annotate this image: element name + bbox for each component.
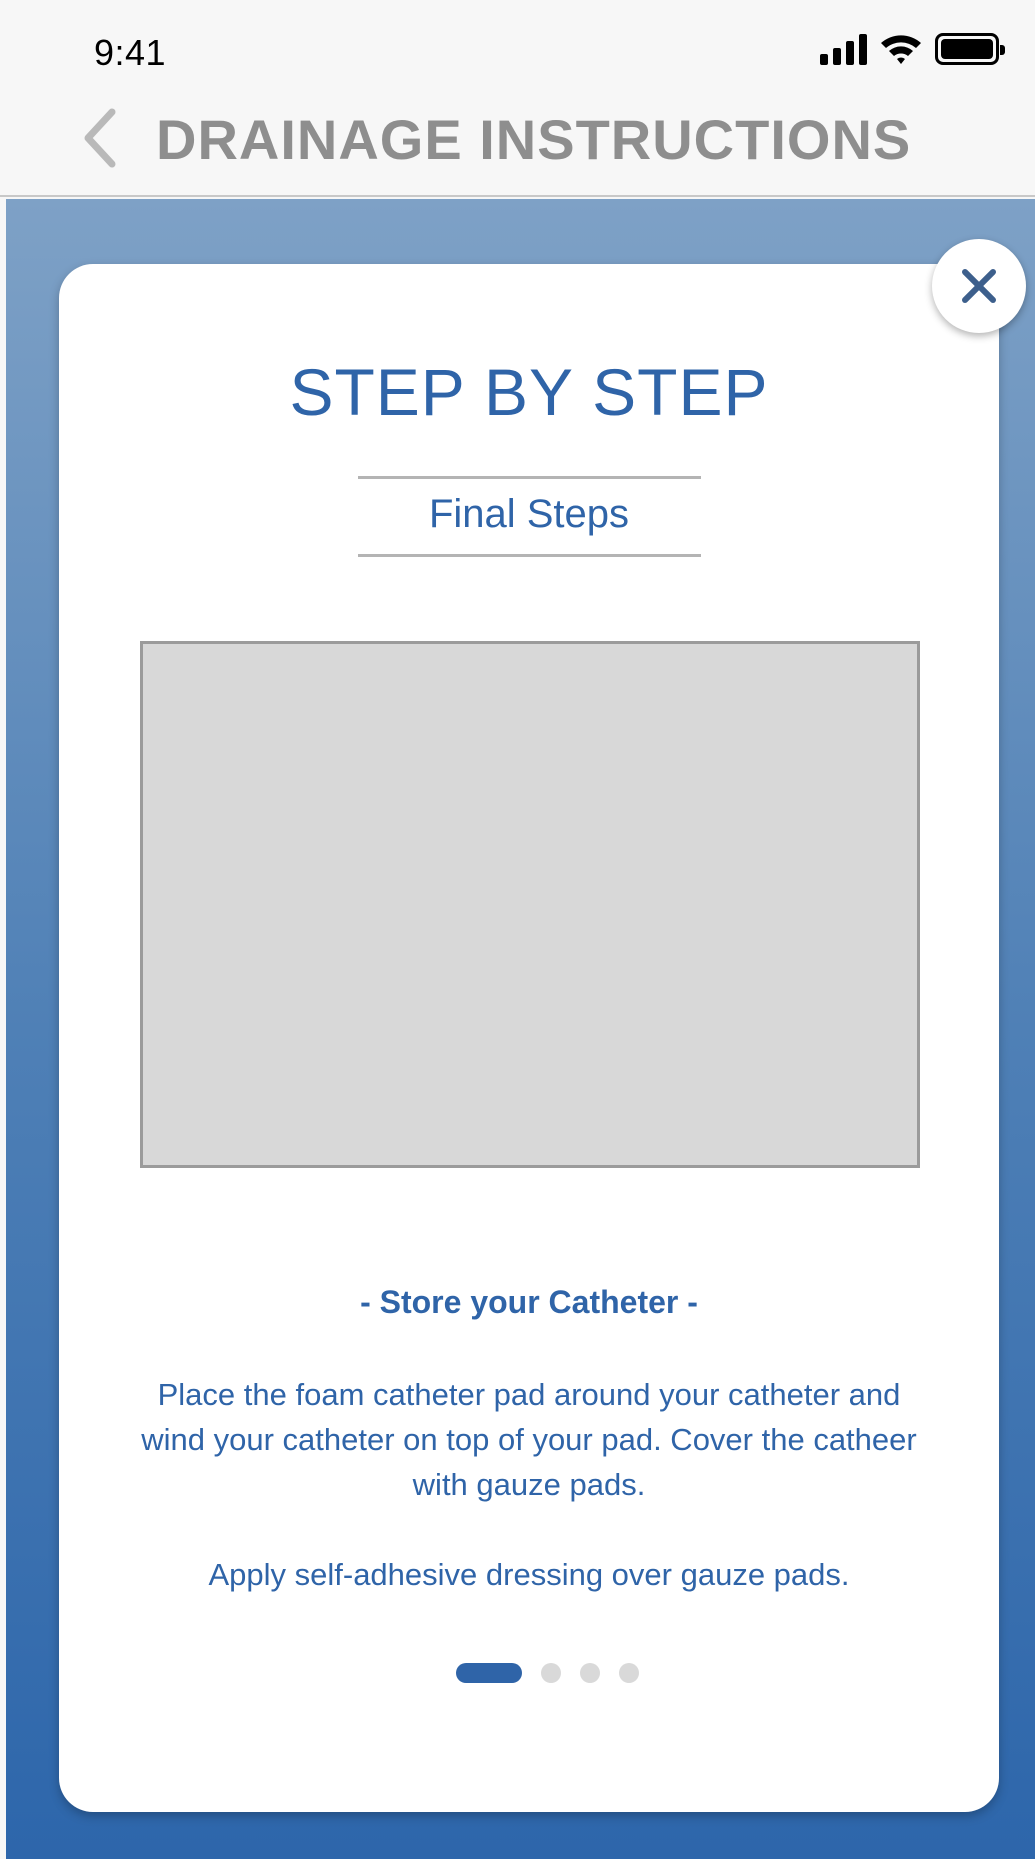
wifi-icon: [881, 35, 921, 64]
status-time: 9:41: [94, 32, 167, 73]
step-image-placeholder: [140, 641, 920, 1168]
chevron-left-icon: [84, 108, 116, 168]
subtitle-top-divider: [358, 476, 701, 479]
page-dot[interactable]: [541, 1663, 561, 1683]
page-dot[interactable]: [580, 1663, 600, 1683]
status-bar: 9:41: [0, 0, 1035, 90]
step-instructions: Place the foam catheter pad around your …: [141, 1377, 917, 1502]
close-icon: [962, 269, 996, 303]
page-indicator[interactable]: [456, 1663, 639, 1683]
page-title: DRAINAGE INSTRUCTIONS: [156, 108, 912, 171]
navigation-bar: DRAINAGE INSTRUCTIONS: [0, 90, 1035, 197]
step-heading: - Store your Catheter -: [360, 1284, 698, 1320]
step-instructions-secondary: Apply self-adhesive dressing over gauze …: [208, 1557, 850, 1592]
card-title: STEP BY STEP: [289, 355, 769, 429]
back-button[interactable]: [70, 98, 130, 178]
page-dot[interactable]: [619, 1663, 639, 1683]
page-dot-active[interactable]: [456, 1663, 522, 1683]
close-button[interactable]: [932, 239, 1026, 333]
battery-icon: [935, 33, 1005, 65]
card-subtitle: Final Steps: [428, 492, 630, 536]
subtitle-bottom-divider: [358, 554, 701, 557]
step-card: STEP BY STEP Final Steps - Store your Ca…: [59, 264, 999, 1812]
status-icons: [820, 32, 1005, 66]
cellular-signal-icon: [820, 33, 867, 65]
